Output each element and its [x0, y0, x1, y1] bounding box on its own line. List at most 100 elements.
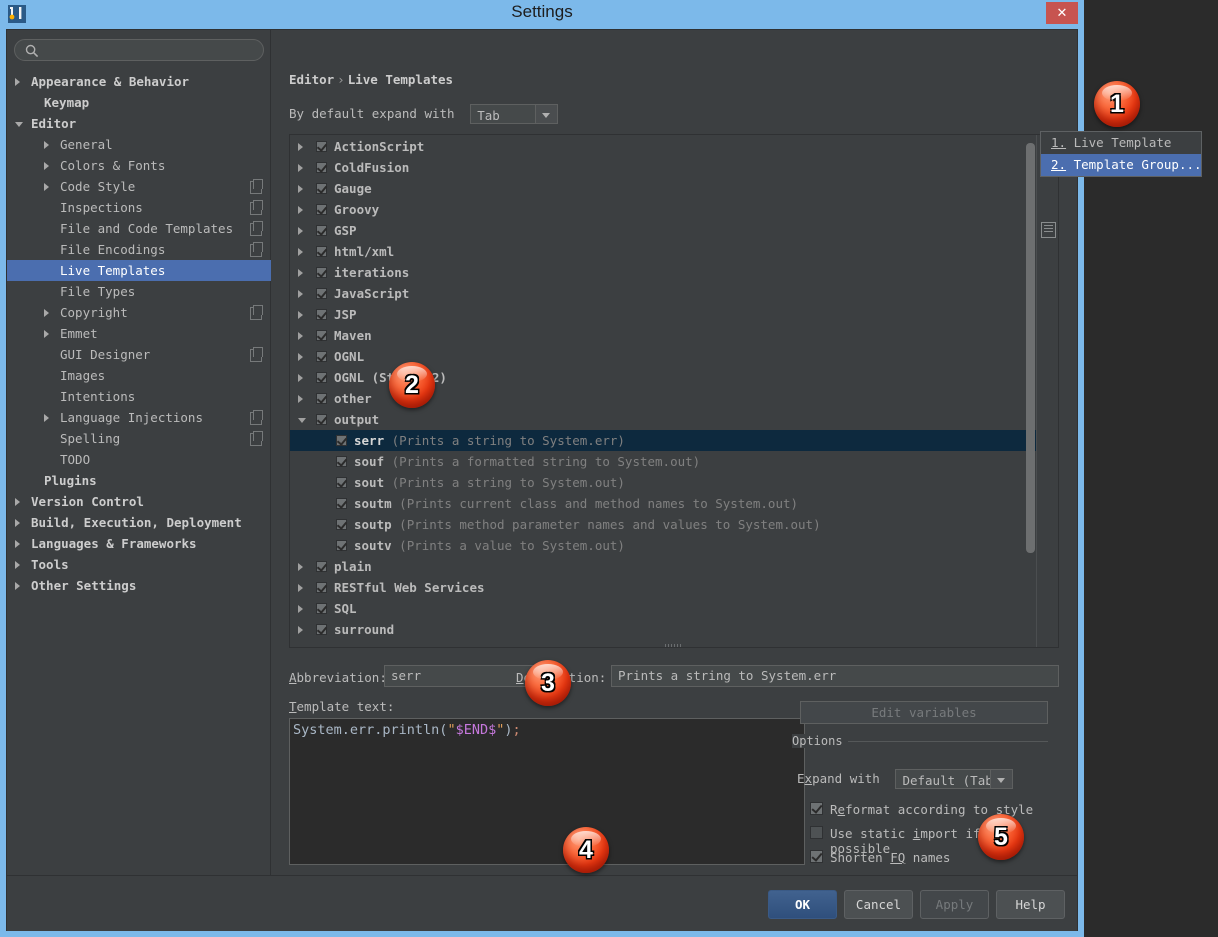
sidebar-item-language-injections[interactable]: Language Injections — [7, 407, 271, 428]
template-row[interactable]: soutp (Prints method parameter names and… — [290, 514, 1038, 535]
popup-menu-item-live-template[interactable]: 1. Live Template — [1041, 132, 1201, 154]
template-checkbox[interactable] — [316, 372, 327, 383]
static-import-checkbox[interactable] — [810, 826, 823, 839]
default-expand-combobox[interactable]: Tab — [470, 104, 558, 124]
expand-with-combobox[interactable]: Default (Tab) — [895, 769, 1013, 789]
chevron-right-icon[interactable] — [298, 332, 303, 340]
chevron-down-icon[interactable] — [535, 105, 557, 123]
template-checkbox[interactable] — [336, 519, 347, 530]
template-checkbox[interactable] — [336, 540, 347, 551]
sidebar-item-live-templates[interactable]: Live Templates — [7, 260, 271, 281]
template-row[interactable]: soutv (Prints a value to System.out) — [290, 535, 1038, 556]
cancel-button[interactable]: Cancel — [844, 890, 913, 919]
template-row[interactable]: serr (Prints a string to System.err) — [290, 430, 1038, 451]
chevron-right-icon[interactable] — [44, 330, 49, 338]
template-checkbox[interactable] — [316, 162, 327, 173]
chevron-right-icon[interactable] — [298, 185, 303, 193]
close-window-button[interactable]: ✕ — [1046, 2, 1078, 24]
template-row[interactable]: ActionScript — [290, 136, 1038, 157]
sidebar-item-general[interactable]: General — [7, 134, 271, 155]
copy-settings-icon[interactable] — [250, 433, 262, 446]
template-checkbox[interactable] — [336, 456, 347, 467]
chevron-right-icon[interactable] — [44, 309, 49, 317]
description-field[interactable]: Prints a string to System.err — [611, 665, 1059, 687]
template-checkbox[interactable] — [316, 225, 327, 236]
template-row[interactable]: SQL — [290, 598, 1038, 619]
chevron-right-icon[interactable] — [298, 206, 303, 214]
template-checkbox[interactable] — [316, 351, 327, 362]
sidebar-item-plugins[interactable]: Plugins — [7, 470, 271, 491]
templates-scrollbar-thumb[interactable] — [1026, 143, 1035, 553]
template-checkbox[interactable] — [316, 582, 327, 593]
template-checkbox[interactable] — [336, 498, 347, 509]
template-checkbox[interactable] — [316, 603, 327, 614]
chevron-right-icon[interactable] — [298, 269, 303, 277]
chevron-right-icon[interactable] — [298, 290, 303, 298]
template-checkbox[interactable] — [316, 204, 327, 215]
copy-settings-icon[interactable] — [250, 202, 262, 215]
template-row[interactable]: Maven — [290, 325, 1038, 346]
template-checkbox[interactable] — [316, 141, 327, 152]
sidebar-item-tools[interactable]: Tools — [7, 554, 271, 575]
template-checkbox[interactable] — [336, 435, 347, 446]
reformat-checkbox[interactable] — [810, 802, 823, 815]
copy-settings-icon[interactable] — [250, 412, 262, 425]
template-row[interactable]: RESTful Web Services — [290, 577, 1038, 598]
chevron-right-icon[interactable] — [298, 605, 303, 613]
template-checkbox[interactable] — [316, 330, 327, 341]
template-row[interactable]: iterations — [290, 262, 1038, 283]
template-row[interactable]: surround — [290, 619, 1038, 640]
add-popup-menu[interactable]: 1. Live Template2. Template Group... — [1040, 131, 1202, 177]
chevron-right-icon[interactable] — [298, 143, 303, 151]
copy-settings-icon[interactable] — [250, 307, 262, 320]
sidebar-item-file-encodings[interactable]: File Encodings — [7, 239, 271, 260]
template-row[interactable]: html/xml — [290, 241, 1038, 262]
template-checkbox[interactable] — [316, 267, 327, 278]
template-row[interactable]: ColdFusion — [290, 157, 1038, 178]
edit-variables-button[interactable]: Edit variables — [800, 701, 1048, 724]
template-row[interactable]: JavaScript — [290, 283, 1038, 304]
chevron-right-icon[interactable] — [298, 563, 303, 571]
sidebar-item-file-types[interactable]: File Types — [7, 281, 271, 302]
chevron-right-icon[interactable] — [44, 414, 49, 422]
sidebar-item-appearance-behavior[interactable]: Appearance & Behavior — [7, 71, 271, 92]
template-checkbox[interactable] — [316, 393, 327, 404]
chevron-right-icon[interactable] — [298, 248, 303, 256]
template-checkbox[interactable] — [316, 561, 327, 572]
sidebar-item-images[interactable]: Images — [7, 365, 271, 386]
chevron-down-icon-2[interactable] — [990, 770, 1012, 788]
sidebar-item-copyright[interactable]: Copyright — [7, 302, 271, 323]
template-checkbox[interactable] — [316, 183, 327, 194]
template-row[interactable]: Gauge — [290, 178, 1038, 199]
copy-settings-icon[interactable] — [250, 244, 262, 257]
ok-button[interactable]: OK — [768, 890, 837, 919]
chevron-right-icon[interactable] — [15, 540, 20, 548]
sidebar-item-code-style[interactable]: Code Style — [7, 176, 271, 197]
chevron-right-icon[interactable] — [44, 183, 49, 191]
chevron-right-icon[interactable] — [298, 164, 303, 172]
copy-settings-icon[interactable] — [250, 349, 262, 362]
sidebar-item-other-settings[interactable]: Other Settings — [7, 575, 271, 596]
chevron-right-icon[interactable] — [15, 519, 20, 527]
template-checkbox[interactable] — [316, 624, 327, 635]
sidebar-item-version-control[interactable]: Version Control — [7, 491, 271, 512]
sidebar-item-keymap[interactable]: Keymap — [7, 92, 271, 113]
copy-settings-icon[interactable] — [250, 181, 262, 194]
duplicate-icon[interactable] — [1041, 222, 1056, 238]
sidebar-item-languages-frameworks[interactable]: Languages & Frameworks — [7, 533, 271, 554]
shorten-fq-checkbox[interactable] — [810, 850, 823, 863]
template-row[interactable]: sout (Prints a string to System.out) — [290, 472, 1038, 493]
chevron-right-icon[interactable] — [15, 582, 20, 590]
sidebar-item-editor[interactable]: Editor — [7, 113, 271, 134]
chevron-down-icon[interactable] — [15, 122, 23, 127]
sidebar-item-gui-designer[interactable]: GUI Designer — [7, 344, 271, 365]
search-box[interactable] — [14, 39, 264, 61]
sidebar-item-build-execution-deployment[interactable]: Build, Execution, Deployment — [7, 512, 271, 533]
chevron-right-icon[interactable] — [298, 353, 303, 361]
chevron-down-icon[interactable] — [298, 418, 306, 423]
chevron-right-icon[interactable] — [298, 584, 303, 592]
sidebar-item-todo[interactable]: TODO — [7, 449, 271, 470]
sidebar-item-colors-fonts[interactable]: Colors & Fonts — [7, 155, 271, 176]
chevron-right-icon[interactable] — [44, 141, 49, 149]
chevron-right-icon[interactable] — [15, 561, 20, 569]
